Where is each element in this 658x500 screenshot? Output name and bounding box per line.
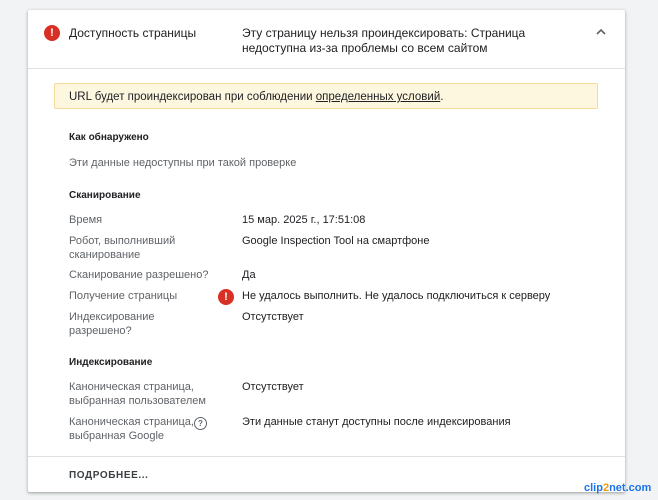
google-canonical-value: Эти данные станут доступны после индекси… [242, 416, 511, 428]
card-header[interactable]: ! Доступность страницы Эту страницу нель… [28, 10, 625, 69]
header-title: Доступность страницы [69, 26, 197, 40]
discovery-message: Эти данные недоступны при такой проверке [69, 157, 297, 169]
google-canonical-label: Каноническая страница, выбранная Google [69, 416, 194, 442]
indexing-allowed-value: Отсутствует [242, 311, 304, 323]
user-canonical-value: Отсутствует [242, 381, 304, 393]
more-details-link[interactable]: ПОДРОБНЕЕ... [69, 470, 149, 481]
header-description: Эту страницу нельзя проиндексировать: Ст… [242, 26, 526, 55]
page-fetch-value: Не удалось выполнить. Не удалось подключ… [242, 290, 551, 302]
indexing-allowed-label: Индексирование разрешено? [69, 311, 155, 337]
indexing-section-title: Индексирование [69, 357, 153, 368]
watermark-part3: net.com [609, 482, 652, 494]
notice-suffix: . [440, 91, 444, 103]
crawl-time-value: 15 мар. 2025 г., 17:51:08 [242, 214, 366, 226]
page-fetch-label: Получение страницы [69, 290, 178, 302]
card-footer: ПОДРОБНЕЕ... [28, 456, 625, 493]
crawler-label: Робот, выполнивший сканирование [69, 235, 176, 261]
watermark-part1: clip [584, 482, 603, 494]
fetch-error-icon: ! [218, 289, 234, 305]
crawl-allowed-value: Да [242, 269, 256, 281]
chevron-up-icon[interactable] [593, 24, 609, 40]
conditions-link[interactable]: определенных условий [316, 91, 440, 103]
help-icon[interactable]: ? [194, 417, 207, 430]
watermark: clip2net.com [584, 482, 651, 494]
page-availability-card: ! Доступность страницы Эту страницу нель… [28, 10, 625, 492]
crawler-value: Google Inspection Tool на смартфоне [242, 235, 430, 247]
discovery-section-title: Как обнаружено [69, 132, 149, 143]
user-canonical-label: Каноническая страница, выбранная пользов… [69, 381, 206, 407]
indexing-conditions-notice: URL будет проиндексирован при соблюдении… [54, 83, 598, 109]
error-icon: ! [44, 25, 60, 41]
notice-text: URL будет проиндексирован при соблюдении [69, 91, 316, 103]
crawl-allowed-label: Сканирование разрешено? [69, 269, 209, 281]
crawl-time-label: Время [69, 214, 103, 226]
crawl-section-title: Сканирование [69, 190, 141, 201]
